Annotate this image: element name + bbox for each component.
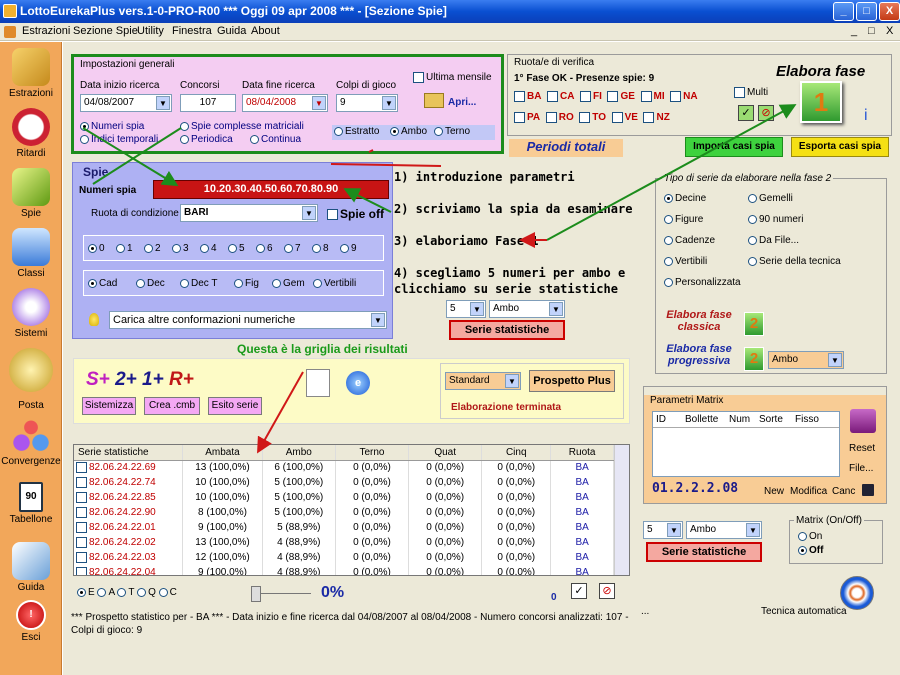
sidebar-item-ritardi[interactable]: Ritardi (0, 108, 62, 159)
arrow-cross (92, 127, 182, 185)
flashlight-icon (12, 168, 50, 206)
maximize-button[interactable]: □ (856, 2, 877, 21)
clock-icon (12, 108, 50, 146)
window-title: LottoEurekaPlus vers.1-0-PRO-R00 *** Ogg… (20, 4, 447, 18)
arrow-spia (343, 188, 392, 213)
mdi-minimize-button[interactable]: _ (851, 25, 857, 37)
power-icon: ! (16, 600, 46, 630)
notebook-icon (12, 542, 50, 580)
annotation-arrows (82, 104, 797, 454)
sidebar-item-convergenze[interactable]: Convergenze (0, 416, 62, 467)
app-icon (3, 4, 17, 18)
sidebar-item-spie[interactable]: Spie (0, 168, 62, 219)
sidebar-item-posta[interactable]: Posta (0, 348, 62, 411)
sidebar-item-esci[interactable]: ! Esci (0, 600, 62, 643)
mdi-restore-button[interactable]: □ (868, 25, 875, 37)
balls-icon (12, 416, 50, 454)
sidebar-item-guida[interactable]: Guida (0, 542, 62, 593)
calendar-icon: 90 (19, 482, 43, 512)
main-area: Impostazioni generali Data inizio ricerc… (63, 42, 900, 675)
arrow-griglia (257, 371, 304, 454)
sidebar-item-classi[interactable]: Classi (0, 228, 62, 279)
menu-about[interactable]: About (251, 25, 280, 37)
bulb-icon (12, 288, 50, 326)
arrow-elabora (546, 104, 797, 241)
pencil-icon (12, 48, 50, 86)
sidebar-item-tabellone[interactable]: 90 Tabellone (0, 482, 62, 525)
title-bar: LottoEurekaPlus vers.1-0-PRO-R00 *** Ogg… (0, 0, 900, 23)
coin-icon (9, 348, 53, 392)
menu-sezione-spie[interactable]: Sezione Spie (73, 25, 138, 37)
arrow-parametri (330, 163, 442, 167)
sidebar-item-sistemi[interactable]: Sistemi (0, 288, 62, 339)
arrow-numeri-spia (82, 127, 179, 187)
menu-guida[interactable]: Guida (217, 25, 246, 37)
arrow-small (368, 149, 374, 153)
menu-utility[interactable]: Utility (137, 25, 164, 37)
close-button[interactable]: X (879, 2, 900, 21)
sidebar: Estrazioni Ritardi Spie Classi Sistemi P… (0, 42, 62, 675)
menu-finestra[interactable]: Finestra (172, 25, 212, 37)
mdi-icon (4, 26, 16, 38)
menu-estrazioni[interactable]: Estrazioni (22, 25, 70, 37)
mdi-close-button[interactable]: X (886, 25, 893, 37)
flask-icon (12, 228, 50, 266)
sidebar-item-estrazioni[interactable]: Estrazioni (0, 48, 62, 99)
menu-bar: Estrazioni Sezione Spie Utility Finestra… (0, 23, 900, 41)
minimize-button[interactable]: _ (833, 2, 854, 21)
